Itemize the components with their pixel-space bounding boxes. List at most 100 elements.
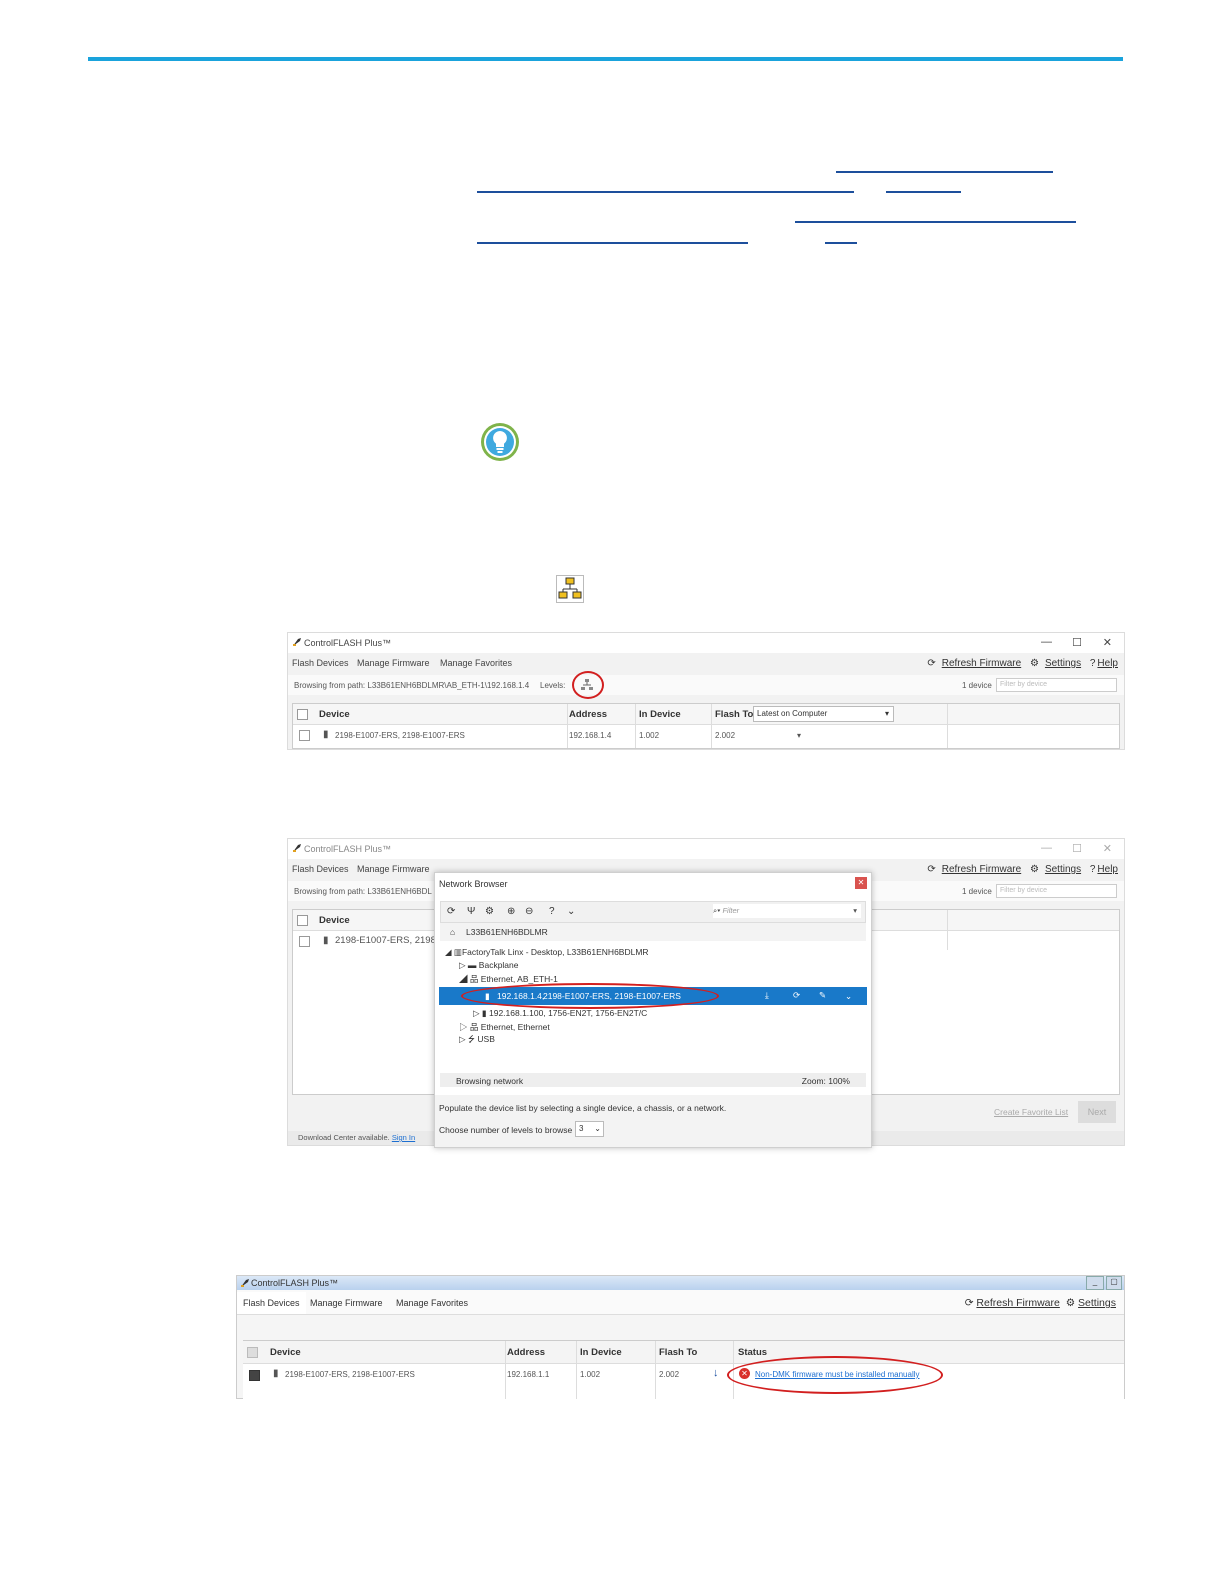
levels-instruction: Choose number of levels to browse	[439, 1125, 573, 1135]
settings-link[interactable]: Settings	[1078, 1297, 1116, 1309]
close-icon[interactable]: ✕	[1103, 636, 1112, 649]
table-row[interactable]: ▮ 2198-E1007-ERS, 2198-E1007-ERS 192.168…	[293, 724, 1119, 746]
cross-reference-link[interactable]	[477, 191, 854, 193]
col-status: Status	[738, 1347, 768, 1358]
page-link[interactable]	[825, 242, 857, 244]
create-favorite-link[interactable]: Create Favorite List	[994, 1107, 1068, 1117]
device-table: Device Address In Device Flash To Status…	[243, 1340, 1124, 1399]
refresh-firmware-link[interactable]: Refresh Firmware	[942, 864, 1021, 875]
chevron-down-icon[interactable]: ⌄	[845, 991, 852, 1002]
browser-filter-input[interactable]: ⌕▾ Filter ▾	[713, 904, 861, 918]
cross-reference-link[interactable]	[477, 242, 748, 244]
tree-node-other-device[interactable]: ▷ ▮ 192.168.1.100, 1756-EN2T, 1756-EN2T/…	[473, 1008, 647, 1019]
network-icon: 品	[469, 1022, 479, 1032]
row-device: 2198-E1007-ERS, 2198-E	[335, 935, 446, 946]
help-link[interactable]: Help	[1097, 658, 1118, 669]
row-checkbox[interactable]	[299, 730, 310, 741]
select-all-checkbox[interactable]	[247, 1347, 258, 1358]
maximize-icon[interactable]: ☐	[1072, 842, 1082, 855]
help-icon[interactable]: ?	[549, 906, 555, 917]
refresh-firmware-link[interactable]: Refresh Firmware	[976, 1297, 1059, 1309]
row-checkbox[interactable]	[299, 936, 310, 947]
cross-reference-link[interactable]	[795, 221, 1076, 223]
select-all-checkbox[interactable]	[297, 915, 308, 926]
sign-in-link[interactable]: Sign In	[392, 1133, 415, 1142]
tab-flash-devices[interactable]: Flash Devices	[292, 864, 349, 874]
col-address: Address	[507, 1347, 546, 1358]
backplane-icon: ▬	[467, 960, 477, 970]
expand-icon: ▷	[473, 1008, 480, 1018]
tree-node-backplane[interactable]: ▷ ▬ Backplane	[459, 960, 519, 971]
chevron-down-icon[interactable]: ▾	[797, 731, 801, 740]
browser-toolbar: ⟳ Ψ ⚙ ⊕ ⊖ ? ⌄ ⌕▾ Filter ▾	[440, 901, 866, 923]
row-device: 2198-E1007-ERS, 2198-E1007-ERS	[335, 731, 465, 740]
expand-icon: ▷	[459, 1022, 468, 1032]
flash-to-select[interactable]: Latest on Computer ▾	[753, 706, 894, 722]
tree-node-label: FactoryTalk Linx - Desktop, L33B61ENH6BD…	[461, 947, 649, 957]
chevron-down-icon: ▾	[884, 709, 889, 718]
page-link[interactable]	[886, 191, 961, 193]
network-icon: 品	[469, 974, 479, 984]
settings-link[interactable]: Settings	[1045, 658, 1081, 669]
filter-input[interactable]: Filter by device	[996, 884, 1117, 898]
browse-status: Browsing network	[456, 1076, 524, 1086]
browse-path: Browsing from path: L33B61ENH6BDLMR\AB_E…	[294, 681, 530, 690]
device-icon: ▮	[323, 935, 329, 946]
tab-manage-firmware[interactable]: Manage Firmware	[357, 658, 430, 668]
flash-to-select-value: Latest on Computer	[757, 709, 828, 718]
download-arrow-icon[interactable]: ↓	[713, 1367, 719, 1379]
refresh-icon[interactable]: ⟳	[793, 990, 800, 1001]
tab-manage-firmware[interactable]: Manage Firmware	[310, 1298, 383, 1308]
table-row[interactable]: ▮ 2198-E1007-ERS, 2198-E1007-ERS 192.168…	[243, 1363, 1124, 1387]
cross-reference-link[interactable]	[836, 171, 1053, 173]
help-mark-icon: ?	[1089, 658, 1096, 669]
maximize-icon[interactable]: ▢	[1106, 1276, 1122, 1290]
device-icon: ▮	[323, 729, 329, 740]
gear-icon: ⚙	[1065, 1297, 1076, 1309]
device-icon: ▮	[273, 1368, 279, 1379]
minimize-icon[interactable]: —	[1041, 636, 1052, 648]
tree-node-usb[interactable]: ▷ ⭍ USB	[459, 1034, 495, 1048]
row-in-device: 1.002	[580, 1370, 601, 1379]
settings-link[interactable]: Settings	[1045, 864, 1081, 875]
usb-icon: ⭍	[467, 1034, 476, 1044]
minimize-icon[interactable]: —	[1041, 842, 1052, 854]
tab-manage-favorites[interactable]: Manage Favorites	[440, 658, 512, 668]
tree-node-label: Ethernet, Ethernet	[480, 1022, 550, 1032]
gear-icon[interactable]: ⚙	[485, 906, 494, 917]
tab-flash-devices[interactable]: Flash Devices	[292, 658, 349, 668]
close-icon[interactable]: ✕	[1103, 842, 1112, 855]
minimize-icon[interactable]: _	[1086, 1276, 1104, 1290]
tab-manage-favorites[interactable]: Manage Favorites	[396, 1298, 468, 1308]
tab-manage-firmware[interactable]: Manage Firmware	[357, 864, 430, 874]
row-checkbox-checked[interactable]	[249, 1370, 260, 1381]
tree-node-linx[interactable]: ◢ ▥FactoryTalk Linx - Desktop, L33B61ENH…	[445, 947, 649, 958]
browser-root-row[interactable]: ⌂ L33B61ENH6BDLMR	[440, 923, 866, 941]
refresh-icon: ⟳	[964, 1297, 974, 1309]
select-all-checkbox[interactable]	[297, 709, 308, 720]
zoom-in-icon[interactable]: ⊕	[507, 906, 515, 917]
download-icon[interactable]: ⤓	[765, 990, 769, 1001]
device-icon: ▮	[481, 1008, 487, 1018]
close-icon[interactable]: ✕	[855, 877, 867, 889]
highlight-ring	[461, 983, 719, 1009]
window-title: ControlFLASH Plus™	[304, 638, 392, 648]
row-device: 2198-E1007-ERS, 2198-E1007-ERS	[285, 1370, 415, 1379]
maximize-icon[interactable]: ☐	[1072, 636, 1082, 649]
plug-icon[interactable]: Ψ	[467, 906, 475, 917]
zoom-out-icon[interactable]: ⊖	[525, 906, 533, 917]
filter-input[interactable]: Filter by device	[996, 678, 1117, 692]
refresh-icon[interactable]: ⟳	[447, 906, 455, 917]
refresh-firmware-link[interactable]: Refresh Firmware	[942, 658, 1021, 669]
workstation-icon: ▥	[453, 947, 462, 957]
tree-node-ethernet[interactable]: ▷ 品 Ethernet, Ethernet	[459, 1021, 550, 1033]
levels-value: 3	[579, 1124, 584, 1133]
wrench-icon[interactable]: ✎	[819, 990, 826, 1001]
levels-select[interactable]: 3 ⌄	[575, 1121, 604, 1137]
chevron-down-icon[interactable]: ⌄	[567, 906, 575, 917]
expand-icon: ▷	[459, 1034, 466, 1044]
row-flash-to[interactable]: 2.002	[715, 731, 735, 740]
next-button[interactable]: Next	[1078, 1101, 1116, 1123]
help-link[interactable]: Help	[1097, 864, 1118, 875]
tab-flash-devices[interactable]: Flash Devices	[237, 1292, 306, 1314]
